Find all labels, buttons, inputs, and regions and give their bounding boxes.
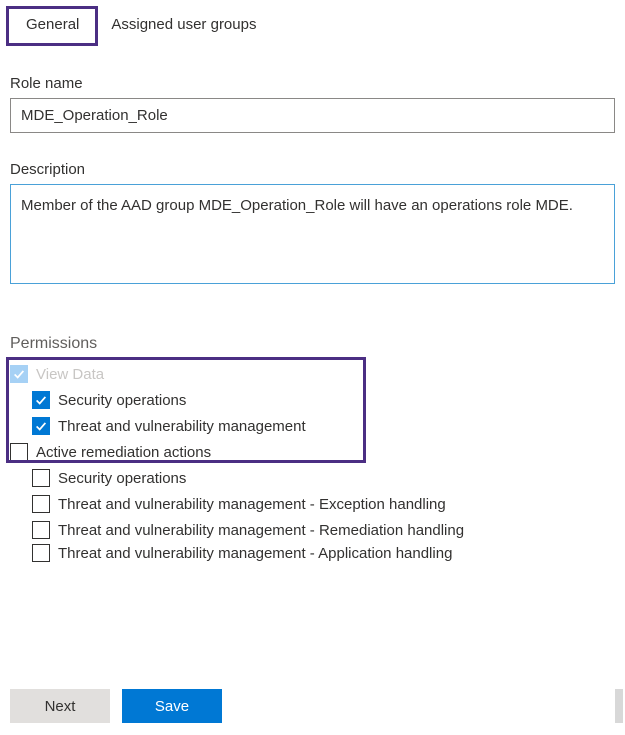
- checkbox-icon: [32, 495, 50, 513]
- perm-security-operations[interactable]: Security operations: [10, 387, 615, 413]
- perm-item-label: Threat and vulnerability management: [58, 418, 306, 435]
- perm-tvm-application[interactable]: Threat and vulnerability management - Ap…: [10, 543, 615, 563]
- description-field: Description: [10, 161, 615, 287]
- checkbox-icon: [10, 443, 28, 461]
- perm-active-remediation[interactable]: Active remediation actions: [10, 439, 615, 465]
- perm-item-label: Threat and vulnerability management - Ap…: [58, 545, 452, 562]
- scrollbar[interactable]: [615, 689, 623, 723]
- checkbox-icon: [32, 521, 50, 539]
- perm-tvm-exception[interactable]: Threat and vulnerability management - Ex…: [10, 491, 615, 517]
- checkbox-icon: [32, 391, 50, 409]
- perm-item-label: Security operations: [58, 470, 186, 487]
- checkbox-icon: [32, 417, 50, 435]
- perm-threat-vuln-mgmt[interactable]: Threat and vulnerability management: [10, 413, 615, 439]
- footer: Next Save: [10, 689, 615, 723]
- save-button[interactable]: Save: [122, 689, 222, 723]
- role-name-input[interactable]: [10, 98, 615, 133]
- checkbox-icon: [32, 544, 50, 562]
- tab-general[interactable]: General: [10, 8, 95, 47]
- permissions-list: View Data Security operations Threat and…: [0, 361, 625, 563]
- description-input[interactable]: [10, 184, 615, 284]
- tab-bar: General Assigned user groups: [0, 0, 625, 47]
- permissions-label: Permissions: [0, 335, 625, 353]
- perm-item-label: Threat and vulnerability management - Ex…: [58, 496, 446, 513]
- checkbox-icon: [32, 469, 50, 487]
- role-name-field: Role name: [10, 75, 615, 133]
- perm-item-label: Threat and vulnerability management - Re…: [58, 522, 464, 539]
- role-name-label: Role name: [10, 75, 615, 92]
- perm-item-label: View Data: [36, 366, 104, 383]
- next-button[interactable]: Next: [10, 689, 110, 723]
- perm-tvm-remediation[interactable]: Threat and vulnerability management - Re…: [10, 517, 615, 543]
- perm-view-data[interactable]: View Data: [10, 361, 615, 387]
- perm-security-operations-2[interactable]: Security operations: [10, 465, 615, 491]
- form-section: Role name Description: [0, 75, 625, 287]
- description-label: Description: [10, 161, 615, 178]
- perm-item-label: Active remediation actions: [36, 444, 211, 461]
- perm-item-label: Security operations: [58, 392, 186, 409]
- tab-assigned-user-groups[interactable]: Assigned user groups: [95, 8, 272, 47]
- checkbox-icon: [10, 365, 28, 383]
